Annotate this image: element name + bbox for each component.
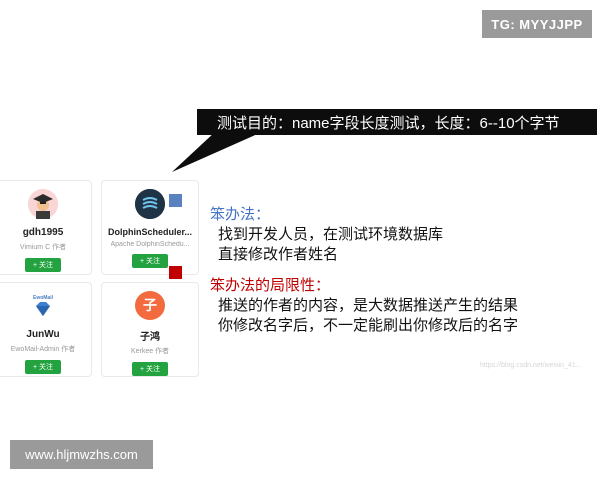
follow-button[interactable]: + 关注: [24, 258, 62, 272]
author-card: gdh1995 Vimium C 作者 + 关注: [0, 180, 92, 275]
blue-marker: [169, 194, 182, 207]
graduate-avatar-icon: [28, 189, 58, 219]
callout-text: 测试目的：name字段长度测试，长度：6--10个字节: [217, 114, 560, 132]
author-description: Kerkee 作者: [130, 348, 170, 356]
author-card: EwoMail JunWu EwoMail-Admin 作者 + 关注: [0, 282, 92, 377]
avatar[interactable]: [28, 189, 58, 219]
site-badge: www.hljmwzhs.com: [10, 440, 153, 469]
author-name[interactable]: DolphinScheduler...: [108, 227, 192, 237]
limitation-notes: 笨办法的局限性： 推送的作者的内容，是大数据推送产生的结果 你修改名字后，不一定…: [210, 276, 518, 336]
dolphinscheduler-logo-icon: [135, 189, 165, 219]
tg-badge: TG: MYYJJPP: [482, 10, 592, 38]
method-line: 找到开发人员，在测试环境数据库: [218, 226, 444, 243]
avatar[interactable]: 子: [135, 291, 165, 320]
limitation-title: 笨办法的局限性：: [210, 277, 331, 294]
test-purpose-callout: 测试目的：name字段长度测试，长度：6--10个字节: [197, 109, 597, 135]
avatar[interactable]: [135, 189, 165, 219]
diamond-icon: [36, 302, 50, 316]
method-notes: 笨办法： 找到开发人员，在测试环境数据库 直接修改作者姓名: [210, 205, 443, 265]
author-card: 子 子鸿 Kerkee 作者 + 关注: [101, 282, 199, 377]
author-description: EwoMail-Admin 作者: [10, 346, 76, 353]
csdn-watermark: https://blog.csdn.net/weixin_41...: [480, 362, 582, 369]
follow-button[interactable]: + 关注: [131, 254, 169, 268]
limitation-line: 你修改名字后，不一定能刷出你修改后的名字: [218, 317, 519, 334]
author-name[interactable]: gdh1995: [23, 227, 64, 238]
author-name[interactable]: 子鸿: [140, 328, 160, 342]
author-description: Apache DolphinSchedu...: [110, 241, 190, 248]
author-card: DolphinScheduler... Apache DolphinSchedu…: [101, 180, 199, 275]
method-line: 直接修改作者姓名: [218, 246, 339, 263]
author-name[interactable]: JunWu: [26, 329, 59, 340]
avatar-initial: 子: [143, 297, 157, 314]
follow-button[interactable]: + 关注: [131, 362, 169, 376]
follow-button[interactable]: + 关注: [24, 360, 62, 374]
limitation-line: 推送的作者的内容，是大数据推送产生的结果: [218, 297, 519, 314]
avatar[interactable]: EwoMail: [28, 291, 58, 321]
red-marker: [169, 266, 182, 279]
author-description: Vimium C 作者: [19, 244, 67, 251]
method-title: 笨办法：: [210, 206, 271, 223]
